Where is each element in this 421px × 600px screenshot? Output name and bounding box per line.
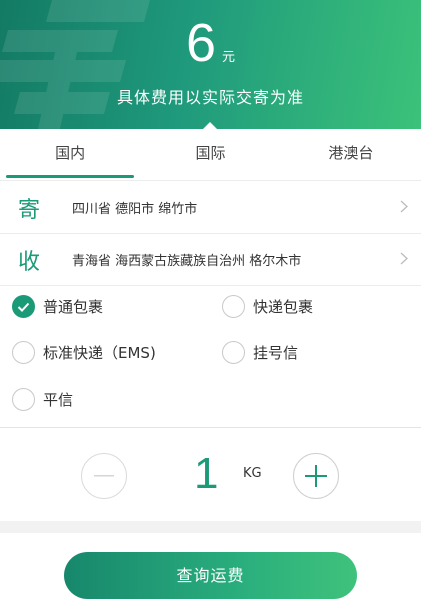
- price-display: 6元: [0, 12, 421, 74]
- radio-icon[interactable]: [12, 388, 35, 411]
- plus-icon: [305, 465, 327, 487]
- option-ordinary-letter[interactable]: 平信: [12, 388, 73, 411]
- radio-icon[interactable]: [222, 341, 245, 364]
- option-label: 快递包裹: [253, 298, 314, 316]
- checkmark-icon[interactable]: [12, 295, 35, 318]
- sender-address: 四川省 德阳市 绵竹市: [72, 202, 198, 217]
- option-ems[interactable]: 标准快递（EMS): [12, 341, 156, 364]
- section-divider: [0, 521, 421, 533]
- sender-tag: 寄: [17, 197, 40, 223]
- chevron-right-icon: [387, 198, 421, 217]
- radio-icon[interactable]: [12, 341, 35, 364]
- receiver-address: 青海省 海西蒙古族藏族自治州 格尔木市: [72, 254, 302, 269]
- region-tabs: 国内 国际 港澳台: [0, 129, 421, 181]
- option-label: 平信: [43, 391, 74, 409]
- option-regular-parcel[interactable]: 普通包裹: [12, 295, 103, 318]
- option-express-parcel[interactable]: 快递包裹: [222, 295, 313, 318]
- minus-icon: [94, 475, 114, 477]
- tab-hk-macao-taiwan[interactable]: 港澳台: [281, 129, 421, 180]
- query-fee-button[interactable]: 查询运费: [64, 552, 357, 599]
- weight-value: 1: [194, 449, 219, 498]
- decrement-button[interactable]: [81, 453, 127, 499]
- weight-stepper: 1 KG: [0, 428, 421, 521]
- price-header: 6元 具体费用以实际交寄为准: [0, 0, 421, 129]
- increment-button[interactable]: [293, 453, 339, 499]
- radio-icon[interactable]: [222, 295, 245, 318]
- option-registered-letter[interactable]: 挂号信: [222, 341, 298, 364]
- receiver-address-row[interactable]: 收 青海省 海西蒙古族藏族自治州 格尔木市: [0, 234, 421, 286]
- option-label: 挂号信: [253, 344, 299, 362]
- price-note: 具体费用以实际交寄为准: [116, 88, 304, 107]
- chevron-right-icon: [387, 250, 421, 269]
- option-label: 标准快递（EMS): [43, 344, 156, 362]
- price-value: 6: [185, 13, 217, 73]
- option-label: 普通包裹: [43, 298, 104, 316]
- header-notch: [203, 122, 217, 129]
- receiver-tag: 收: [17, 249, 40, 275]
- mail-type-options: 普通包裹 快递包裹 标准快递（EMS) 挂号信 平信: [0, 285, 421, 428]
- tab-domestic[interactable]: 国内: [0, 129, 140, 180]
- sender-address-row[interactable]: 寄 四川省 德阳市 绵竹市: [0, 182, 421, 234]
- weight-unit: KG: [243, 466, 262, 481]
- price-unit: 元: [222, 50, 236, 65]
- tab-international[interactable]: 国际: [140, 129, 280, 180]
